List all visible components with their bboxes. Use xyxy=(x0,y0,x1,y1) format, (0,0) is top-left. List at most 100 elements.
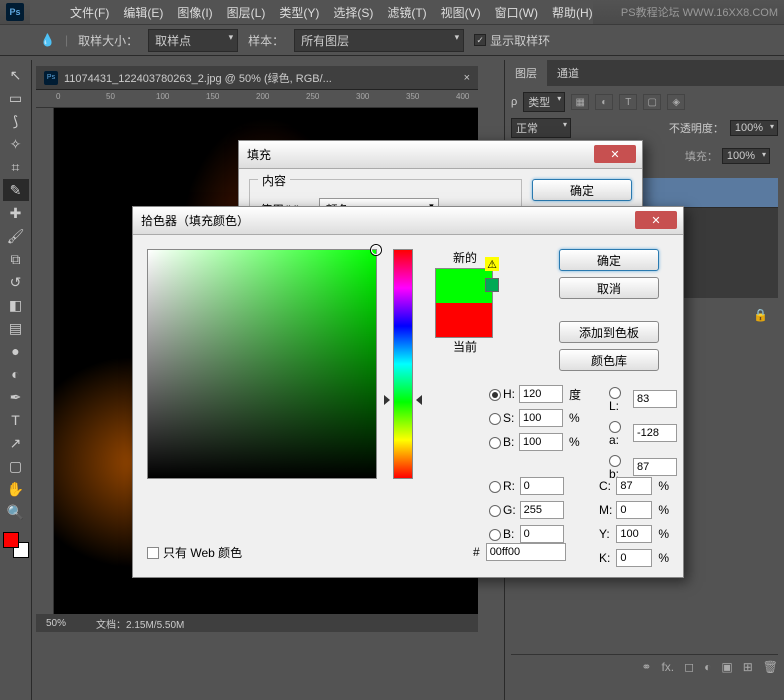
zoom-level[interactable]: 50% xyxy=(46,618,66,629)
fill-input[interactable]: 100% xyxy=(722,148,770,164)
filter-pixel-icon[interactable]: ▦ xyxy=(571,94,589,110)
radio-a[interactable] xyxy=(609,421,621,433)
radio-r[interactable] xyxy=(489,481,501,493)
bb-input[interactable] xyxy=(520,525,564,543)
pen-tool[interactable]: ✒ xyxy=(3,386,29,408)
radio-b[interactable] xyxy=(489,437,501,449)
opacity-input[interactable]: 100% xyxy=(730,120,778,136)
menu-filter[interactable]: 滤镜(T) xyxy=(387,4,426,21)
a-input[interactable] xyxy=(633,424,677,442)
wand-tool[interactable]: ✧ xyxy=(3,133,29,155)
document-tab[interactable]: Ps 11074431_122403780263_2.jpg @ 50% (绿色… xyxy=(36,66,478,90)
l-input[interactable] xyxy=(633,390,677,408)
show-ring-label: 显示取样环 xyxy=(490,32,550,49)
h-input[interactable] xyxy=(519,385,563,403)
radio-b2[interactable] xyxy=(609,455,621,467)
heal-tool[interactable]: ✚ xyxy=(3,202,29,224)
color-library-button[interactable]: 颜色库 xyxy=(559,349,659,371)
menu-type[interactable]: 类型(Y) xyxy=(279,4,319,21)
hue-strip[interactable] xyxy=(393,249,413,479)
menu-select[interactable]: 选择(S) xyxy=(333,4,373,21)
s-input[interactable] xyxy=(519,409,563,427)
gamut-warning-icon[interactable]: ⚠ xyxy=(485,257,499,271)
fill-dialog-title[interactable]: 填充 ✕ xyxy=(239,141,642,169)
crop-tool[interactable]: ⌗ xyxy=(3,156,29,178)
add-swatch-button[interactable]: 添加到色板 xyxy=(559,321,659,343)
c-input[interactable] xyxy=(616,477,652,495)
g-input[interactable] xyxy=(520,501,564,519)
new-layer-icon[interactable]: ⊞ xyxy=(743,660,753,674)
menu-help[interactable]: 帮助(H) xyxy=(552,4,593,21)
marquee-tool[interactable]: ▭ xyxy=(3,87,29,109)
sample-layer-dropdown[interactable]: 所有图层 xyxy=(294,29,464,52)
filter-type-icon[interactable]: T xyxy=(619,94,637,110)
picker-ok-button[interactable]: 确定 xyxy=(559,249,659,271)
show-ring-checkbox[interactable]: ✓ 显示取样环 xyxy=(474,32,550,49)
picker-title-bar[interactable]: 拾色器（填充颜色） ✕ xyxy=(133,207,683,235)
history-brush-tool[interactable]: ↺ xyxy=(3,271,29,293)
link-icon[interactable]: ⚭ xyxy=(641,660,651,674)
trash-icon[interactable]: 🗑 xyxy=(763,660,778,674)
current-color-swatch[interactable] xyxy=(436,303,492,337)
radio-h[interactable] xyxy=(489,389,501,401)
menu-window[interactable]: 窗口(W) xyxy=(495,4,538,21)
menu-view[interactable]: 视图(V) xyxy=(441,4,481,21)
web-only-checkbox[interactable]: 只有 Web 颜色 xyxy=(147,544,242,561)
saturation-value-field[interactable] xyxy=(147,249,377,479)
stamp-tool[interactable]: ⧉ xyxy=(3,248,29,270)
menu-image[interactable]: 图像(I) xyxy=(177,4,212,21)
fill-ok-button[interactable]: 确定 xyxy=(532,179,632,201)
filter-shape-icon[interactable]: ▢ xyxy=(643,94,661,110)
type-tool[interactable]: T xyxy=(3,409,29,431)
mask-icon[interactable]: ◻ xyxy=(684,660,694,674)
gamut-swatch[interactable] xyxy=(485,278,499,292)
tab-layers[interactable]: 图层 xyxy=(505,60,547,86)
sv-cursor[interactable] xyxy=(371,245,381,255)
close-button[interactable]: ✕ xyxy=(635,211,677,229)
eraser-tool[interactable]: ◧ xyxy=(3,294,29,316)
close-icon[interactable]: × xyxy=(464,72,470,84)
shape-tool[interactable]: ▢ xyxy=(3,455,29,477)
app-logo: Ps xyxy=(6,3,24,21)
picker-cancel-button[interactable]: 取消 xyxy=(559,277,659,299)
menu-layer[interactable]: 图层(L) xyxy=(227,4,266,21)
path-tool[interactable]: ↗ xyxy=(3,432,29,454)
foreground-swatch[interactable] xyxy=(3,532,19,548)
lasso-tool[interactable]: ⟆ xyxy=(3,110,29,132)
close-button[interactable]: ✕ xyxy=(594,145,636,163)
hand-tool[interactable]: ✋ xyxy=(3,478,29,500)
radio-l[interactable] xyxy=(609,387,621,399)
radio-s[interactable] xyxy=(489,413,501,425)
filter-adjust-icon[interactable]: ◐ xyxy=(595,94,613,110)
tab-channels[interactable]: 通道 xyxy=(547,60,589,86)
adjust-icon[interactable]: ◐ xyxy=(704,660,711,674)
zoom-tool[interactable]: 🔍 xyxy=(3,501,29,523)
gradient-tool[interactable]: ▤ xyxy=(3,317,29,339)
m-input[interactable] xyxy=(616,501,652,519)
y-input[interactable] xyxy=(616,525,652,543)
brush-tool[interactable]: 🖌 xyxy=(3,225,29,247)
radio-g[interactable] xyxy=(489,505,501,517)
folder-icon[interactable]: ▣ xyxy=(721,660,732,674)
color-swatches[interactable] xyxy=(3,532,29,558)
b-input[interactable] xyxy=(633,458,677,476)
r-input[interactable] xyxy=(520,477,564,495)
blur-tool[interactable]: ● xyxy=(3,340,29,362)
options-bar: 💧 | 取样大小： 取样点 样本： 所有图层 ✓ 显示取样环 xyxy=(0,24,784,56)
menu-edit[interactable]: 编辑(E) xyxy=(123,4,163,21)
eyedropper-tool[interactable]: ✎ xyxy=(3,179,29,201)
filter-smart-icon[interactable]: ◈ xyxy=(667,94,685,110)
blend-mode-dropdown[interactable]: 正常 xyxy=(511,118,571,138)
fx-icon[interactable]: fx. xyxy=(661,660,674,674)
move-tool[interactable]: ↖ xyxy=(3,64,29,86)
k-input[interactable] xyxy=(616,549,652,567)
dodge-tool[interactable]: ◐ xyxy=(3,363,29,385)
menu-file[interactable]: 文件(F) xyxy=(70,4,109,21)
hex-input[interactable] xyxy=(486,543,566,561)
radio-bb[interactable] xyxy=(489,529,501,541)
ruler-horizontal[interactable]: 0 50 100 150 200 250 300 350 400 xyxy=(36,90,478,108)
bv-input[interactable] xyxy=(519,433,563,451)
ruler-vertical[interactable] xyxy=(36,108,54,614)
sample-size-dropdown[interactable]: 取样点 xyxy=(148,29,238,52)
layer-kind-dropdown[interactable]: 类型 xyxy=(523,92,565,112)
